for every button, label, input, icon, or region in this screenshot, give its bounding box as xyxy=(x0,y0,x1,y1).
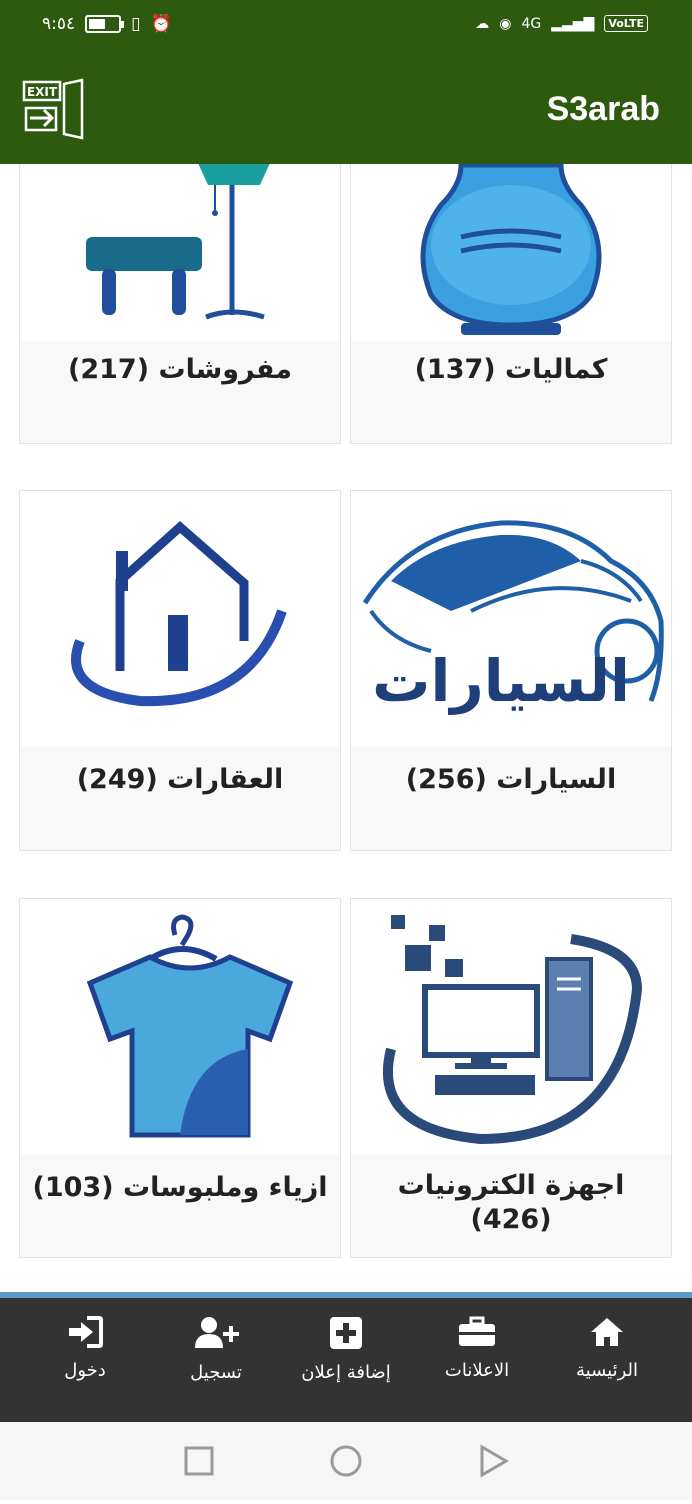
nav-label: إضافة إعلان xyxy=(301,1362,391,1383)
recent-apps-button[interactable] xyxy=(184,1446,214,1476)
category-image xyxy=(351,164,671,341)
nav-label: تسجيل xyxy=(190,1362,242,1383)
signal-icon: ▂▃▅▇ xyxy=(551,15,595,32)
car-logo-icon: السيارات xyxy=(362,520,664,715)
plus-square-icon xyxy=(330,1317,362,1349)
nav-label: دخول xyxy=(64,1360,106,1381)
category-label: السيارات (256) xyxy=(405,764,617,795)
back-button[interactable] xyxy=(480,1444,509,1478)
network-type: 4G xyxy=(521,15,542,32)
category-card-fashion[interactable]: ازياء وملبوسات (103) xyxy=(19,898,341,1258)
sign-in-icon xyxy=(69,1316,103,1348)
category-card-electronics[interactable]: اجهزة الكترونيات (426) xyxy=(350,898,672,1258)
house-icon xyxy=(71,520,287,707)
category-image xyxy=(351,899,671,1155)
nav-item-register[interactable]: تسجيل xyxy=(151,1316,281,1383)
shirt-hanger-icon xyxy=(86,914,294,1138)
furniture-lamp-icon xyxy=(86,164,270,320)
category-card-luxuries[interactable]: كماليات (137) xyxy=(350,164,672,444)
cloud-icon: ☁ xyxy=(475,15,490,32)
nav-label: الرئيسية xyxy=(576,1360,638,1381)
category-label-line1: اجهزة الكترونيات xyxy=(397,1170,625,1201)
exit-text: EXIT xyxy=(27,85,58,99)
category-image: السيارات xyxy=(351,491,671,747)
battery-icon xyxy=(85,15,125,33)
vibrate-icon: ▯ xyxy=(131,14,141,34)
bottom-navigation: الرئيسية الاعلانات إضافة إعلان تسجيل دخو… xyxy=(0,1292,692,1422)
category-card-furniture[interactable]: مفروشات (217) xyxy=(19,164,341,444)
category-grid: كماليات (137) مفروشات (217) السيارات الس… xyxy=(0,164,692,1292)
alarm-icon: ⏰ xyxy=(150,14,172,34)
category-label: كماليات (137) xyxy=(414,354,608,385)
exit-icon[interactable]: EXIT xyxy=(22,78,86,140)
perfume-bottle-icon xyxy=(420,164,602,335)
category-image xyxy=(20,899,340,1155)
nav-item-home[interactable]: الرئيسية xyxy=(542,1316,672,1381)
user-plus-icon xyxy=(195,1317,239,1348)
system-navigation-bar xyxy=(0,1422,692,1500)
volte-badge: VoLTE xyxy=(604,15,648,32)
eye-icon: ◉ xyxy=(499,15,512,32)
nav-item-ads[interactable]: الاعلانات xyxy=(412,1316,542,1381)
nav-label: الاعلانات xyxy=(444,1360,510,1381)
category-label: ازياء وملبوسات (103) xyxy=(32,1172,328,1203)
app-title: S3arab xyxy=(546,90,660,128)
category-label: اجهزة الكترونيات (426) xyxy=(351,1169,671,1237)
status-bar: ٩:٥٤ ▯ ⏰ ☁ ◉ 4G ▂▃▅▇ VoLTE xyxy=(0,0,692,56)
cars-image-text: السيارات xyxy=(372,647,630,715)
category-image xyxy=(20,164,340,341)
computer-icon xyxy=(382,915,643,1145)
nav-item-add-ad[interactable]: إضافة إعلان xyxy=(281,1316,411,1383)
category-card-cars[interactable]: السيارات السيارات (256) xyxy=(350,490,672,851)
home-button[interactable] xyxy=(330,1445,362,1477)
category-label-line2: (426) xyxy=(470,1204,552,1235)
briefcase-icon xyxy=(459,1316,495,1346)
app-bar: EXIT S3arab xyxy=(0,56,692,164)
category-image xyxy=(20,491,340,747)
category-label: مفروشات (217) xyxy=(67,354,292,385)
status-time: ٩:٥٤ xyxy=(42,14,76,34)
home-icon xyxy=(591,1318,623,1346)
nav-item-login[interactable]: دخول xyxy=(20,1316,150,1381)
category-label: العقارات (249) xyxy=(76,764,284,795)
category-card-realestate[interactable]: العقارات (249) xyxy=(19,490,341,851)
